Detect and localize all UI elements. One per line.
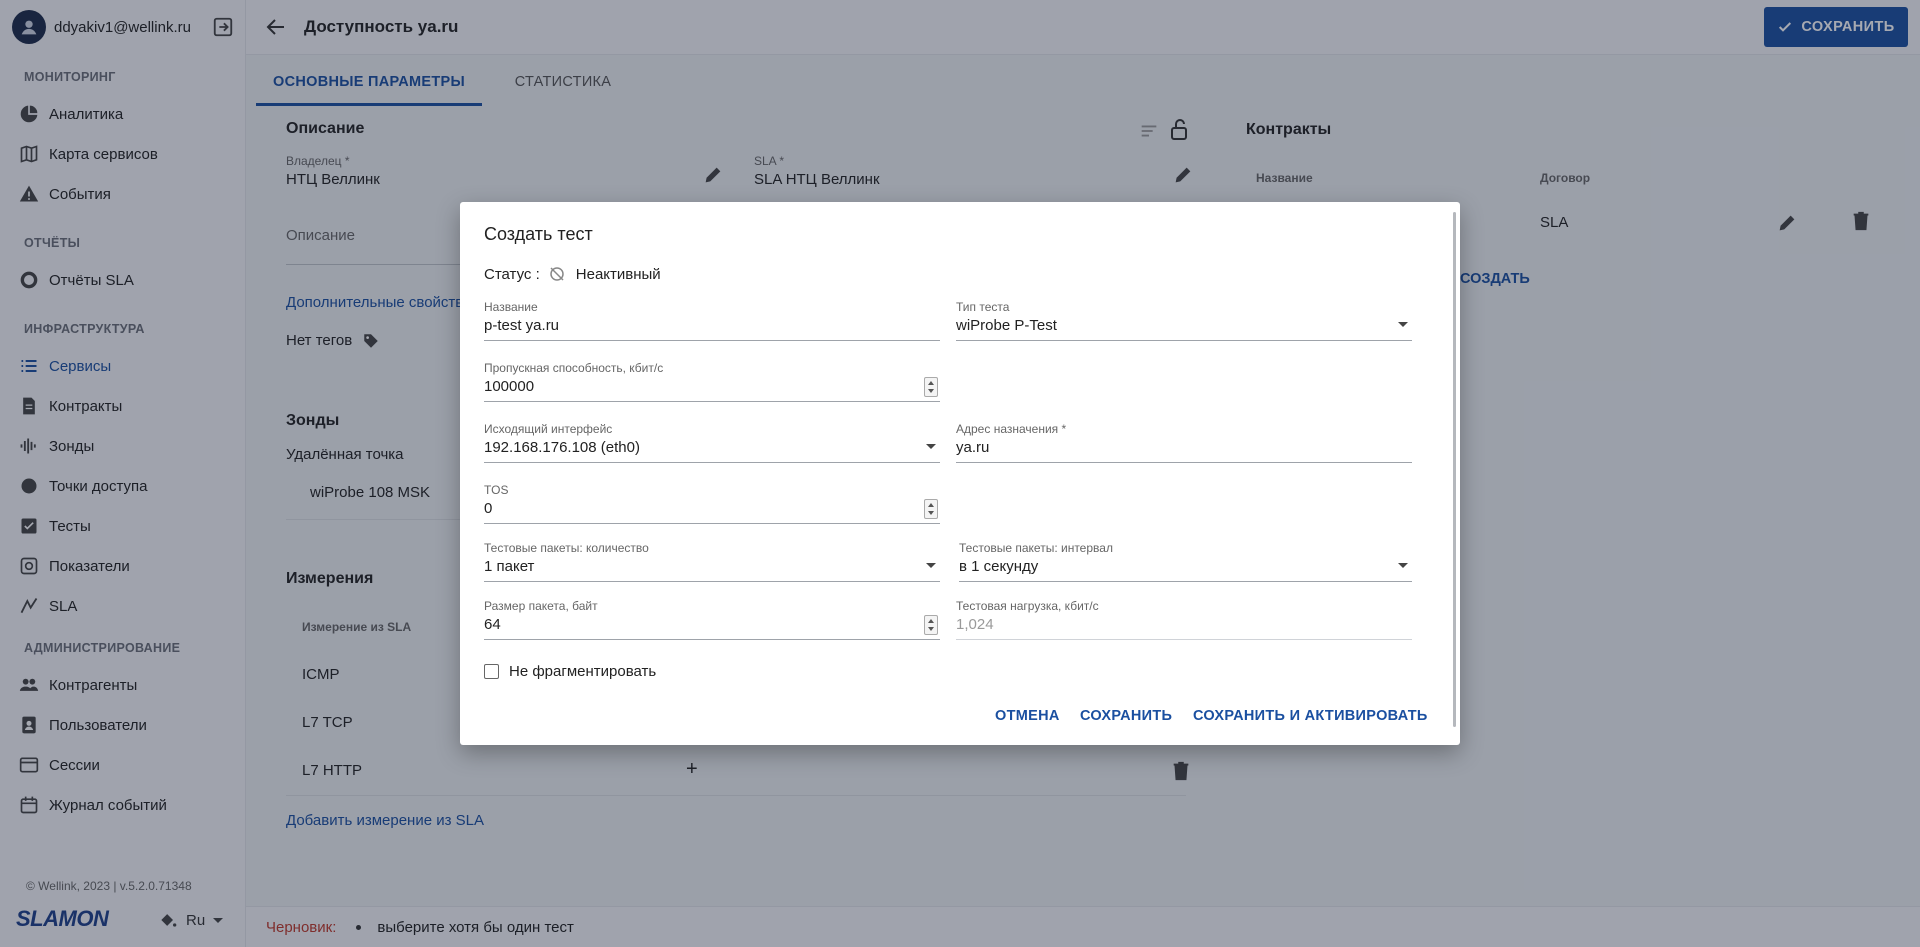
iface-underline <box>484 462 940 463</box>
no-fragment-row[interactable]: Не фрагментировать <box>484 663 656 680</box>
packet-interval-select[interactable]: Тестовые пакеты: интервал в 1 секунду <box>959 541 1412 582</box>
status-value: Неактивный <box>575 265 661 283</box>
status-row: Статус : Неактивный <box>484 265 661 283</box>
pkt-count-label: Тестовые пакеты: количество <box>484 541 649 555</box>
tos-label: TOS <box>484 483 509 497</box>
dropdown-arrow-icon <box>926 563 936 568</box>
bandwidth-underline <box>484 401 940 402</box>
tos-underline <box>484 523 940 524</box>
pkt-interval-value: в 1 секунду <box>959 558 1039 575</box>
test-type-select[interactable]: Тип теста wiProbe P-Test <box>956 300 1412 341</box>
type-label: Тип теста <box>956 300 1010 314</box>
number-stepper[interactable] <box>924 615 938 635</box>
pkt-count-underline <box>484 581 940 582</box>
pkt-size-underline <box>484 639 940 640</box>
no-fragment-label: Не фрагментировать <box>509 663 657 680</box>
iface-value: 192.168.176.108 (eth0) <box>484 439 640 456</box>
cancel-button[interactable]: ОТМЕНА <box>995 708 1060 724</box>
bandwidth-label: Пропускная способность, кбит/с <box>484 361 664 375</box>
tos-input[interactable]: 0 <box>484 500 940 520</box>
packet-count-select[interactable]: Тестовые пакеты: количество 1 пакет <box>484 541 940 582</box>
no-fragment-checkbox[interactable] <box>484 664 499 679</box>
load-underline <box>956 639 1412 640</box>
pkt-count-value: 1 пакет <box>484 558 535 575</box>
number-stepper[interactable] <box>924 377 938 397</box>
dialog-save-button[interactable]: СОХРАНИТЬ <box>1080 708 1172 724</box>
status-label: Статус : <box>484 265 540 283</box>
tos-field[interactable]: TOS 0 <box>484 483 940 524</box>
pkt-interval-label: Тестовые пакеты: интервал <box>959 541 1113 555</box>
type-underline <box>956 340 1412 341</box>
interface-select[interactable]: Исходящий интерфейс 192.168.176.108 (eth… <box>484 422 940 463</box>
dialog-scrollbar[interactable] <box>1453 212 1456 727</box>
pkt-size-label: Размер пакета, байт <box>484 599 598 613</box>
dest-underline <box>956 462 1412 463</box>
load-label: Тестовая нагрузка, кбит/с <box>956 599 1099 613</box>
packet-size-field[interactable]: Размер пакета, байт 64 <box>484 599 940 640</box>
number-stepper[interactable] <box>924 499 938 519</box>
dialog-title: Создать тест <box>484 224 593 244</box>
destination-field[interactable]: Адрес назначения * ya.ru <box>956 422 1412 463</box>
create-test-dialog: Создать тест Статус : Неактивный Названи… <box>460 202 1460 745</box>
type-value: wiProbe P-Test <box>956 317 1057 334</box>
pkt-size-input[interactable]: 64 <box>484 616 940 636</box>
dropdown-arrow-icon <box>1398 563 1408 568</box>
dest-label: Адрес назначения * <box>956 422 1067 436</box>
bandwidth-input[interactable]: 100000 <box>484 378 940 398</box>
name-label: Название <box>484 300 538 314</box>
pkt-interval-underline <box>959 581 1412 582</box>
name-field[interactable]: Название p-test ya.ru <box>484 300 940 341</box>
test-load-field: Тестовая нагрузка, кбит/с 1,024 <box>956 599 1412 640</box>
inactive-icon <box>550 267 564 281</box>
load-value: 1,024 <box>956 616 994 633</box>
name-underline <box>484 340 940 341</box>
dest-input[interactable]: ya.ru <box>956 439 1412 459</box>
dropdown-arrow-icon <box>1398 322 1408 327</box>
dropdown-arrow-icon <box>926 444 936 449</box>
iface-label: Исходящий интерфейс <box>484 422 613 436</box>
save-activate-button[interactable]: СОХРАНИТЬ И АКТИВИРОВАТЬ <box>1193 708 1428 724</box>
bandwidth-field[interactable]: Пропускная способность, кбит/с 100000 <box>484 361 940 402</box>
name-input[interactable]: p-test ya.ru <box>484 317 940 337</box>
